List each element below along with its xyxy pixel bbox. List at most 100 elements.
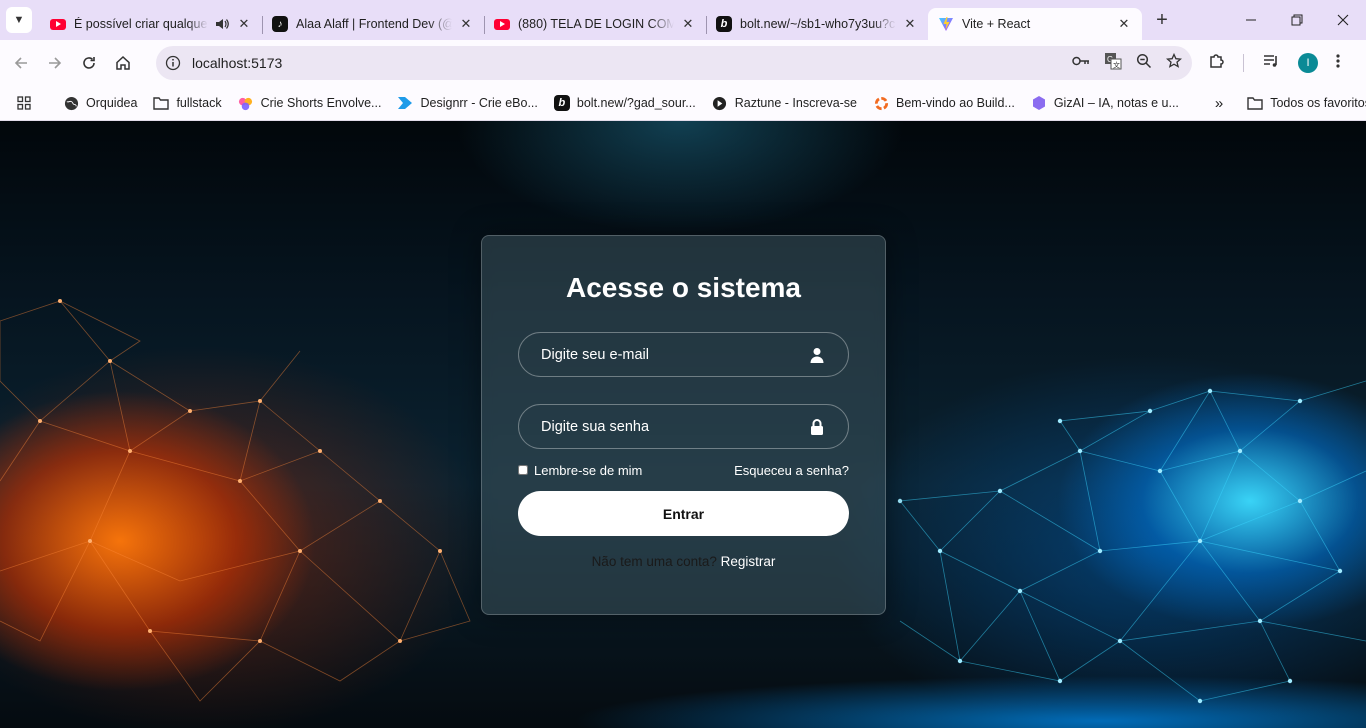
bookmark-label: Orquidea bbox=[86, 96, 138, 110]
browser-toolbar: localhost:5173 G文 bbox=[0, 40, 1366, 86]
bookmark-label: fullstack bbox=[176, 96, 222, 110]
vite-icon bbox=[938, 16, 954, 32]
email-input[interactable] bbox=[519, 333, 848, 376]
restore-button[interactable] bbox=[1274, 0, 1320, 40]
folder-icon bbox=[1247, 95, 1263, 111]
forward-button[interactable] bbox=[38, 46, 72, 80]
tab-vite-react[interactable]: Vite + React ✕ bbox=[928, 8, 1142, 40]
close-tab-icon[interactable]: ✕ bbox=[1116, 16, 1132, 32]
close-tab-icon[interactable]: ✕ bbox=[458, 16, 474, 32]
page-viewport: Acesse o sistema Lembre-se de mim Esquec… bbox=[0, 121, 1366, 728]
user-icon bbox=[808, 346, 826, 364]
plus-icon: + bbox=[1156, 8, 1168, 31]
login-card: Acesse o sistema Lembre-se de mim Esquec… bbox=[481, 235, 886, 615]
site-info-icon[interactable] bbox=[164, 54, 182, 72]
home-button[interactable] bbox=[106, 46, 140, 80]
login-title: Acesse o sistema bbox=[565, 272, 802, 303]
profile-button[interactable]: I bbox=[1298, 40, 1318, 86]
bookmark-label: bolt.new/?gad_sour... bbox=[576, 96, 696, 110]
bookmark-crie-shorts[interactable]: Crie Shorts Envolve... bbox=[230, 89, 390, 117]
chevron-down-icon: ▼ bbox=[13, 14, 25, 26]
close-tab-icon[interactable]: ✕ bbox=[236, 16, 252, 32]
minimize-button[interactable] bbox=[1228, 0, 1274, 40]
bookmark-build[interactable]: Bem-vindo ao Build... bbox=[865, 89, 1023, 117]
all-bookmarks[interactable]: Todos os favoritos bbox=[1239, 89, 1366, 117]
playlist-icon bbox=[1262, 53, 1280, 74]
back-button[interactable] bbox=[4, 46, 38, 80]
new-tab-button[interactable]: + bbox=[1148, 6, 1176, 34]
browser-menu-button[interactable] bbox=[1336, 40, 1340, 86]
address-bar[interactable]: localhost:5173 G文 bbox=[156, 46, 1192, 80]
bookmark-label: Raztune - Inscreva-se bbox=[734, 96, 858, 110]
youtube-icon bbox=[494, 16, 510, 32]
apps-button[interactable] bbox=[0, 89, 47, 117]
remember-me-label: Lembre-se de mim bbox=[534, 462, 643, 478]
zoom-icon[interactable] bbox=[1136, 53, 1152, 74]
chevron-double-right-icon: » bbox=[1214, 94, 1224, 112]
tab-youtube-criar[interactable]: É possível criar qualquer ✕ bbox=[40, 8, 263, 40]
key-icon[interactable] bbox=[1072, 54, 1090, 72]
bolt-icon: b bbox=[553, 95, 570, 111]
bookmark-label: GizAI – IA, notas e u... bbox=[1053, 96, 1179, 110]
folder-icon bbox=[153, 95, 170, 111]
password-input[interactable] bbox=[519, 405, 848, 448]
toolbar-divider bbox=[1243, 40, 1244, 86]
puzzle-icon bbox=[1207, 51, 1227, 76]
options-row: Lembre-se de mim Esqueceu a senha? bbox=[518, 462, 849, 478]
tab-youtube-login[interactable]: (880) TELA DE LOGIN COM R ✕ bbox=[484, 8, 707, 40]
svg-text:文: 文 bbox=[1113, 60, 1120, 69]
bookmark-bolt[interactable]: b bolt.new/?gad_sour... bbox=[546, 89, 704, 117]
password-field-wrapper bbox=[518, 404, 849, 449]
url-text[interactable]: localhost:5173 bbox=[192, 55, 282, 71]
bookmark-label: Designrr - Crie eBo... bbox=[420, 96, 538, 110]
bookmark-raztune[interactable]: Raztune - Inscreva-se bbox=[704, 89, 865, 117]
raztune-icon bbox=[712, 95, 728, 111]
tiktok-icon: ♪ bbox=[272, 16, 288, 32]
bookmark-label: Crie Shorts Envolve... bbox=[260, 96, 382, 110]
bookmark-fullstack[interactable]: fullstack bbox=[145, 89, 229, 117]
tab-title: Alaa Alaff | Frontend Dev (@ bbox=[296, 17, 452, 31]
close-window-button[interactable] bbox=[1320, 0, 1366, 40]
designrr-icon bbox=[397, 95, 413, 111]
remember-me[interactable]: Lembre-se de mim bbox=[518, 463, 642, 478]
more-bookmarks-button[interactable]: » bbox=[1207, 89, 1231, 117]
email-field-wrapper bbox=[518, 332, 849, 377]
tab-title: bolt.new/~/sb1-who7y3uu?c bbox=[740, 17, 896, 31]
globe-icon bbox=[63, 95, 79, 111]
register-prompt: Não tem uma conta? Registrar bbox=[482, 554, 885, 569]
apps-grid-icon bbox=[16, 95, 32, 111]
reload-button[interactable] bbox=[72, 46, 106, 80]
bookmark-gizai[interactable]: GizAI – IA, notas e u... bbox=[1023, 89, 1187, 117]
remember-me-checkbox[interactable] bbox=[518, 465, 528, 475]
close-tab-icon[interactable]: ✕ bbox=[902, 16, 918, 32]
bookmark-label: Todos os favoritos bbox=[1270, 96, 1366, 110]
register-link[interactable]: Registrar bbox=[721, 554, 776, 569]
youtube-icon bbox=[50, 16, 66, 32]
build-icon bbox=[873, 95, 889, 111]
bookmark-designrr[interactable]: Designrr - Crie eBo... bbox=[389, 89, 545, 117]
lock-icon bbox=[808, 418, 826, 436]
gizai-icon bbox=[1031, 95, 1047, 111]
bookmarks-bar: Orquidea fullstack Crie Shorts Envolve..… bbox=[0, 86, 1366, 121]
close-tab-icon[interactable]: ✕ bbox=[680, 16, 696, 32]
media-controls-button[interactable] bbox=[1262, 40, 1280, 86]
bookmark-star-icon[interactable] bbox=[1165, 52, 1183, 74]
tab-title: É possível criar qualquer bbox=[74, 17, 208, 31]
tab-tiktok[interactable]: ♪ Alaa Alaff | Frontend Dev (@ ✕ bbox=[262, 8, 485, 40]
bookmark-orquidea[interactable]: Orquidea bbox=[55, 89, 145, 117]
translate-icon[interactable]: G文 bbox=[1104, 52, 1122, 75]
tab-strip: ▼ É possível criar qualquer ✕ ♪ Alaa Ala… bbox=[0, 0, 1366, 40]
no-account-text: Não tem uma conta? bbox=[591, 554, 717, 569]
tab-search-button[interactable]: ▼ bbox=[6, 7, 32, 33]
speaker-icon[interactable] bbox=[214, 17, 230, 31]
shorts-icon bbox=[238, 95, 254, 111]
tab-title: (880) TELA DE LOGIN COM R bbox=[518, 17, 674, 31]
tab-title: Vite + React bbox=[962, 17, 1031, 31]
forgot-password-link[interactable]: Esqueceu a senha? bbox=[734, 463, 849, 478]
bookmark-label: Bem-vindo ao Build... bbox=[896, 96, 1015, 110]
login-button[interactable]: Entrar bbox=[518, 491, 849, 536]
extensions-button[interactable] bbox=[1207, 40, 1227, 86]
bolt-icon: b bbox=[716, 16, 732, 32]
tab-bolt[interactable]: b bolt.new/~/sb1-who7y3uu?c ✕ bbox=[706, 8, 928, 40]
avatar: I bbox=[1298, 53, 1318, 73]
